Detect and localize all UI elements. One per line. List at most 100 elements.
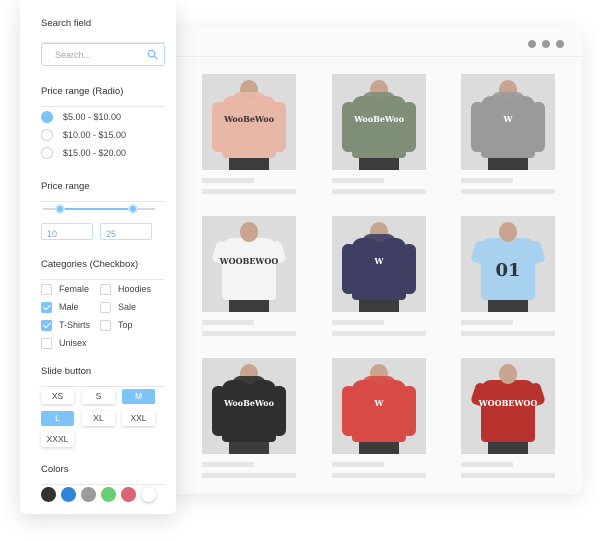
checkbox-label: Female bbox=[59, 284, 90, 294]
color-swatch[interactable] bbox=[81, 487, 96, 502]
product-title-placeholder bbox=[202, 178, 254, 183]
radio-button[interactable] bbox=[41, 111, 53, 123]
price-range-title: Price range bbox=[41, 181, 90, 192]
product-card[interactable]: 01 bbox=[461, 216, 555, 336]
product-card[interactable]: WOOBEWOO bbox=[202, 216, 296, 336]
price-slider-min-handle[interactable] bbox=[55, 204, 65, 214]
window-dot-icon[interactable] bbox=[556, 40, 564, 48]
checkbox[interactable] bbox=[41, 283, 52, 295]
radio-button[interactable] bbox=[41, 147, 53, 159]
sizes-title: Slide button bbox=[41, 366, 92, 377]
color-swatch[interactable] bbox=[101, 487, 116, 502]
checkbox-checked[interactable] bbox=[41, 301, 52, 313]
price-radio-option[interactable]: $15.00 - $20.00 bbox=[41, 146, 126, 160]
size-button-xxxl[interactable]: XXXL bbox=[41, 432, 74, 447]
hood bbox=[232, 376, 266, 390]
section-divider bbox=[41, 386, 165, 387]
product-image[interactable]: W bbox=[461, 74, 555, 170]
category-checkbox-hoodies[interactable]: Hoodies bbox=[100, 283, 151, 295]
color-swatch[interactable] bbox=[41, 487, 56, 502]
product-card[interactable]: W bbox=[461, 74, 555, 194]
model-legs bbox=[488, 298, 528, 312]
product-card[interactable]: WooBeWoo bbox=[332, 74, 426, 194]
color-swatch[interactable] bbox=[141, 487, 156, 502]
price-radio-option[interactable]: $5.00 - $10.00 bbox=[41, 110, 121, 124]
hood bbox=[362, 376, 396, 390]
checkbox[interactable] bbox=[100, 301, 111, 313]
size-button-m[interactable]: M bbox=[122, 389, 155, 404]
product-price-placeholder bbox=[202, 473, 296, 478]
product-image[interactable]: WOOBEWOO bbox=[461, 358, 555, 454]
category-checkbox-sale[interactable]: Sale bbox=[100, 301, 136, 313]
section-divider bbox=[41, 201, 165, 202]
radio-label: $10.00 - $15.00 bbox=[63, 130, 127, 140]
product-print-text: WOOBEWOO bbox=[478, 398, 538, 408]
categories-title: Categories (Checkbox) bbox=[41, 259, 139, 270]
category-checkbox-female[interactable]: Female bbox=[41, 283, 89, 295]
checkbox[interactable] bbox=[100, 283, 111, 295]
size-button-xl[interactable]: XL bbox=[82, 411, 115, 426]
browser-window: WooBeWoo WooBeWoo W WOOBEWOO W 01 WooBeWoo W WOO… bbox=[168, 28, 582, 494]
product-title-placeholder bbox=[332, 178, 384, 183]
radio-button[interactable] bbox=[41, 129, 53, 141]
search-input[interactable] bbox=[42, 44, 164, 65]
product-price-placeholder bbox=[202, 189, 296, 194]
size-button-xs[interactable]: XS bbox=[41, 389, 74, 404]
product-card[interactable]: W bbox=[332, 358, 426, 478]
product-image[interactable]: 01 bbox=[461, 216, 555, 312]
category-checkbox-top[interactable]: Top bbox=[100, 319, 133, 331]
product-image[interactable]: WooBeWoo bbox=[332, 74, 426, 170]
product-price-placeholder bbox=[461, 189, 555, 194]
product-card[interactable]: W bbox=[332, 216, 426, 336]
price-min-input[interactable] bbox=[42, 226, 92, 242]
product-title-placeholder bbox=[332, 462, 384, 467]
model-legs bbox=[488, 156, 528, 170]
size-button-l[interactable]: L bbox=[41, 411, 74, 426]
section-divider bbox=[41, 106, 165, 107]
model-legs bbox=[488, 440, 528, 454]
product-card[interactable]: WooBeWoo bbox=[202, 74, 296, 194]
checkbox[interactable] bbox=[100, 319, 111, 331]
model-legs bbox=[359, 156, 399, 170]
product-image[interactable]: WooBeWoo bbox=[202, 358, 296, 454]
model-legs bbox=[229, 298, 269, 312]
window-dot-icon[interactable] bbox=[528, 40, 536, 48]
section-divider bbox=[41, 484, 165, 485]
checkbox-label: Hoodies bbox=[118, 284, 152, 294]
product-card[interactable]: WOOBEWOO bbox=[461, 358, 555, 478]
checkbox[interactable] bbox=[41, 337, 52, 349]
color-swatch[interactable] bbox=[121, 487, 136, 502]
category-checkbox-tshirts[interactable]: T-Shirts bbox=[41, 319, 90, 331]
search-box bbox=[41, 43, 165, 66]
price-slider-max-handle[interactable] bbox=[128, 204, 138, 214]
checkbox-label: Unisex bbox=[59, 338, 87, 348]
product-card[interactable]: WooBeWoo bbox=[202, 358, 296, 478]
category-checkbox-male[interactable]: Male bbox=[41, 301, 79, 313]
radio-label: $5.00 - $10.00 bbox=[63, 112, 122, 122]
product-price-placeholder bbox=[461, 331, 555, 336]
model-head bbox=[499, 222, 517, 242]
tshirt-body bbox=[222, 238, 276, 300]
window-dot-icon[interactable] bbox=[542, 40, 550, 48]
category-checkbox-unisex[interactable]: Unisex bbox=[41, 337, 87, 349]
search-icon[interactable] bbox=[147, 49, 158, 60]
product-price-placeholder bbox=[461, 473, 555, 478]
checkbox-label: Male bbox=[59, 302, 79, 312]
color-swatch[interactable] bbox=[61, 487, 76, 502]
size-button-xxl[interactable]: XXL bbox=[122, 411, 155, 426]
product-image[interactable]: WooBeWoo bbox=[202, 74, 296, 170]
product-title-placeholder bbox=[461, 462, 513, 467]
price-radio-option[interactable]: $10.00 - $15.00 bbox=[41, 128, 126, 142]
product-title-placeholder bbox=[202, 462, 254, 467]
product-image[interactable]: W bbox=[332, 216, 426, 312]
checkbox-checked[interactable] bbox=[41, 319, 52, 331]
price-max-input[interactable] bbox=[101, 226, 151, 242]
product-image[interactable]: WOOBEWOO bbox=[202, 216, 296, 312]
product-title-placeholder bbox=[332, 320, 384, 325]
size-button-s[interactable]: S bbox=[82, 389, 115, 404]
hood bbox=[362, 92, 396, 106]
hood bbox=[232, 92, 266, 106]
product-image[interactable]: W bbox=[332, 358, 426, 454]
toolbar-divider bbox=[168, 56, 582, 57]
tshirt-body bbox=[481, 380, 535, 442]
